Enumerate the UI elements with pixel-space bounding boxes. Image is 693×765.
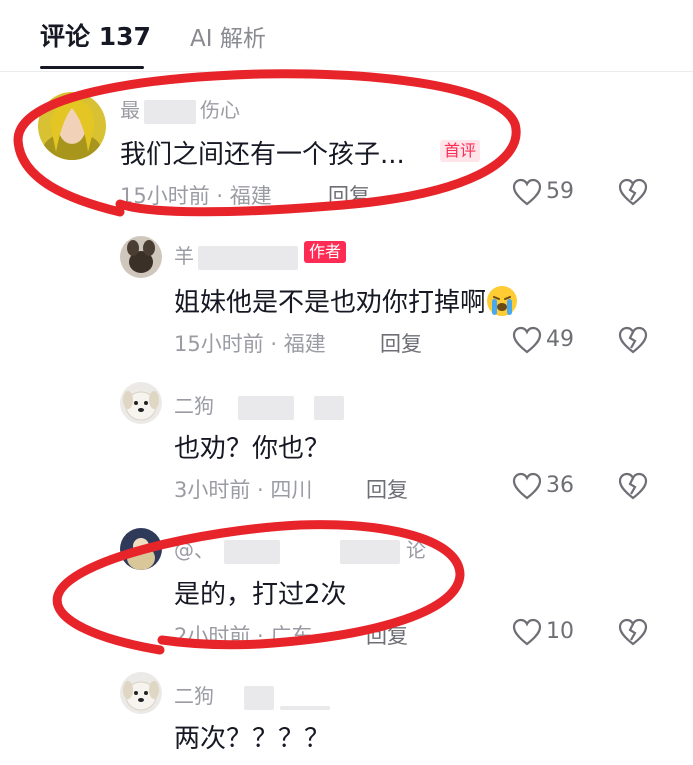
comment-meta: 15小时前 · 福建 [120, 184, 272, 208]
first-comment-badge: 首评 [440, 140, 481, 162]
comment-meta: 3小时前 · 四川 [174, 478, 313, 502]
like-count: 49 [546, 327, 574, 352]
broken-heart-icon[interactable] [618, 472, 648, 500]
heart-icon[interactable] [512, 472, 542, 500]
commenter-name[interactable]: @、论 [174, 534, 426, 564]
heart-icon[interactable] [512, 178, 542, 206]
author-badge: 作者 [304, 241, 347, 263]
tab-comments[interactable]: 评论 137 [40, 17, 151, 53]
like-count: 59 [546, 179, 574, 204]
avatar[interactable] [120, 382, 162, 424]
reply-button[interactable]: 回复 [366, 620, 408, 650]
comment-text[interactable]: 我们之间还有一个孩子... [120, 134, 405, 171]
broken-heart-icon[interactable] [618, 618, 648, 646]
comment-meta: 15小时前 · 福建 [174, 332, 326, 356]
broken-heart-icon[interactable] [618, 178, 648, 206]
like-count: 36 [546, 473, 574, 498]
avatar[interactable] [38, 92, 106, 160]
tab-ai-analysis[interactable]: AI 解析 [190, 19, 266, 53]
commenter-name[interactable]: 最伤心 [120, 94, 240, 124]
commenter-name[interactable]: 羊 [174, 240, 298, 270]
reply-button[interactable]: 回复 [380, 328, 422, 358]
comment-text[interactable]: 两次？？？？ [174, 718, 330, 755]
tabs-divider [0, 71, 693, 72]
avatar[interactable] [120, 236, 162, 278]
heart-icon[interactable] [512, 618, 542, 646]
avatar[interactable] [120, 672, 162, 714]
commenter-name[interactable]: 二狗 [174, 390, 344, 420]
comment-tabs: 评论 137 AI 解析 [0, 0, 693, 72]
tab-active-indicator [40, 66, 144, 69]
comment-text[interactable]: 姐妹他是不是也劝你打掉啊 [174, 282, 518, 319]
like-count: 10 [546, 619, 574, 644]
broken-heart-icon[interactable] [618, 326, 648, 354]
crying-face-icon [487, 286, 518, 316]
comment-panel: 评论 137 AI 解析 最伤心 我们之间还有一个孩子... 首评 15小时前 … [0, 0, 693, 765]
heart-icon[interactable] [512, 326, 542, 354]
comment-meta: 2小时前 · 广东 [174, 624, 313, 648]
comment-text[interactable]: 是的，打过2次 [174, 574, 347, 611]
comment-text[interactable]: 也劝？你也？ [174, 428, 330, 465]
commenter-name[interactable]: 二狗 [174, 680, 330, 710]
reply-button[interactable]: 回复 [328, 180, 370, 210]
avatar[interactable] [120, 528, 162, 570]
reply-button[interactable]: 回复 [366, 474, 408, 504]
